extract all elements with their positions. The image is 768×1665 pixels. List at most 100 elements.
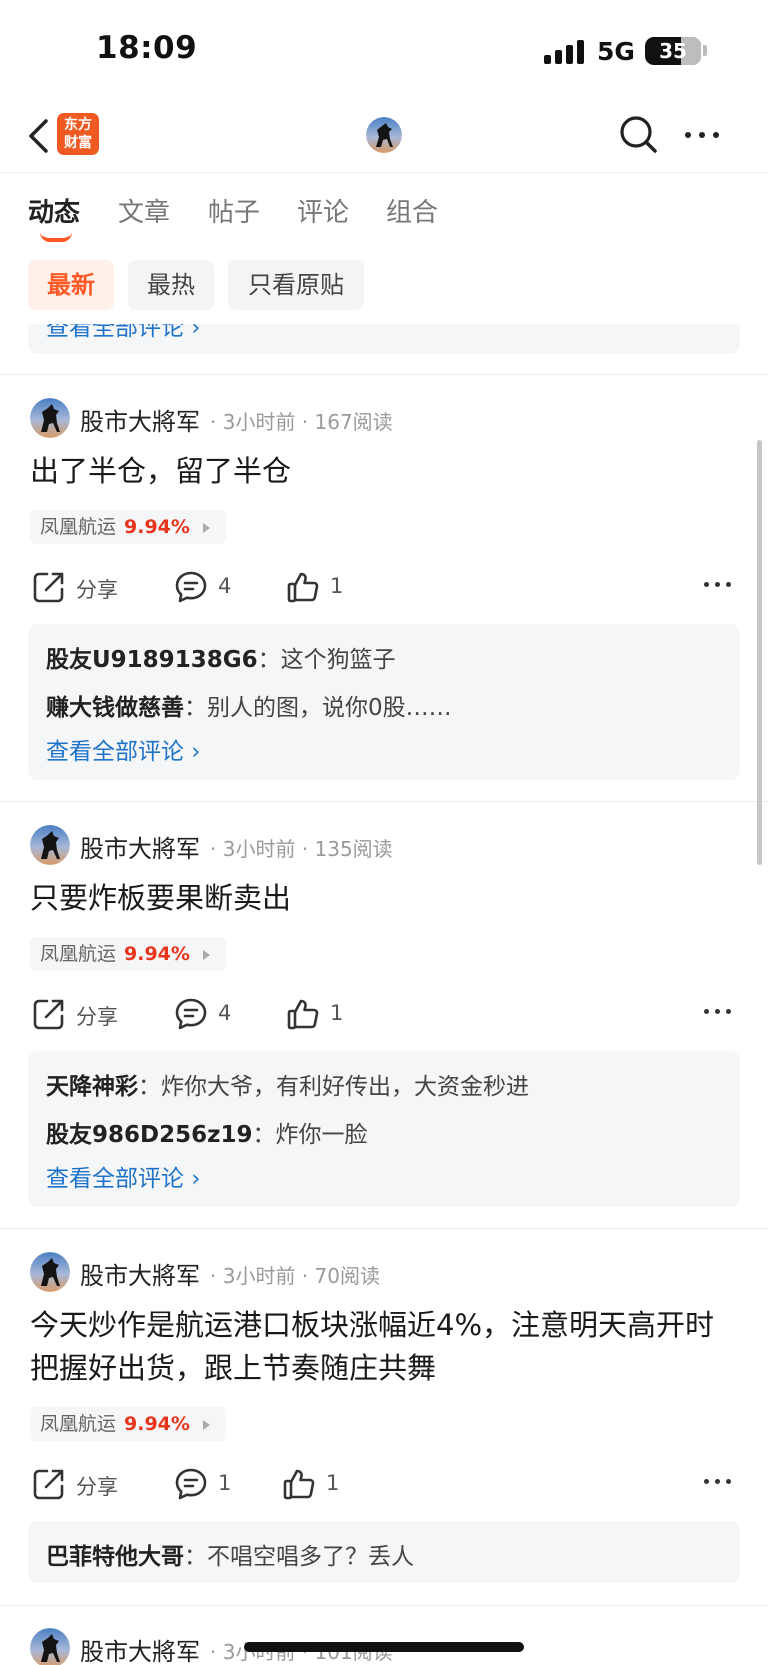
stock-tag[interactable]: 凤凰航运 9.94% [30,510,226,544]
comment-text: 别人的图，说你0股…… [207,695,452,721]
battery-icon: 35 [645,37,701,65]
comment-button[interactable]: 4 [174,993,244,1037]
arrow-right-icon [203,950,210,960]
arrow-right-icon [203,1420,210,1430]
feed-divider [0,1228,768,1229]
comment-item[interactable]: 股友U9189138G6：这个狗篮子 [46,640,396,674]
share-icon [33,999,64,1030]
comment-button[interactable]: 4 [174,566,244,610]
battery-percent: 35 [659,39,687,63]
author-name[interactable]: 股市大將军 [80,829,200,864]
comment-user: 天降神彩 [46,1074,138,1100]
view-all-comments-link[interactable]: 查看全部评论 › [46,732,201,766]
comment-text: 炸你一脸 [275,1122,368,1148]
comment-text: 这个狗篮子 [280,647,396,673]
brand-logo-line2: 财富 [64,135,92,151]
stock-name: 凤凰航运 [40,1413,117,1435]
comments-box: 股友U9189138G6：这个狗篮子 赚大钱做慈善：别人的图，说你0股…… 查看… [28,624,740,780]
arrow-right-icon [203,523,210,533]
post-text[interactable]: 今天炒作是航运港口板块涨幅近4%，注意明天高开时把握好出货，跟上节奏随庄共舞 [30,1304,730,1390]
share-label: 分享 [76,1005,118,1029]
back-icon[interactable] [26,118,52,154]
search-icon[interactable] [618,114,660,156]
comment-user: 巴菲特他大哥 [46,1544,184,1570]
brand-logo-line1: 东方 [64,117,92,133]
comment-icon [175,998,207,1030]
post-actions: 分享 1 1 [0,1463,768,1507]
stock-change: 9.94% [124,943,190,965]
filter-hottest[interactable]: 最热 [128,260,214,310]
thumbs-up-icon [283,1469,315,1500]
thumbs-up-icon [287,572,319,603]
like-button[interactable]: 1 [286,993,346,1037]
comment-item[interactable]: 赚大钱做慈善：别人的图，说你0股…… [46,688,452,722]
share-icon [33,1469,64,1500]
tab-bar: 动态 文章 帖子 评论 组合 [0,176,768,246]
more-options-icon[interactable] [682,120,722,150]
comments-box: 巴菲特他大哥：不唱空唱多了？丢人 [28,1521,740,1583]
feed-divider [0,374,768,375]
comment-count: 4 [218,574,232,598]
more-icon[interactable] [704,1009,734,1019]
tab-posts[interactable]: 帖子 [208,192,260,229]
share-label: 分享 [76,578,118,602]
comment-item[interactable]: 巴菲特他大哥：不唱空唱多了？丢人 [46,1537,414,1571]
status-bar: 18:09 5G 35 [0,0,768,100]
like-button[interactable]: 1 [286,566,346,610]
stock-change: 9.94% [124,516,190,538]
stock-tag[interactable]: 凤凰航运 9.94% [30,1407,226,1441]
share-label: 分享 [76,1475,118,1499]
thumbs-up-icon [287,999,319,1030]
feed-divider [0,1605,768,1606]
comments-box: 天降神彩：炸你大爷，有利好传出，大资金秒进 股友986D256z19：炸你一脸 … [28,1051,740,1207]
signal-icon [544,40,586,64]
share-button[interactable]: 分享 [32,1463,122,1507]
post-actions: 分享 4 1 [0,993,768,1037]
filter-latest[interactable]: 最新 [28,260,114,310]
nav-avatar[interactable] [366,117,402,153]
comment-button[interactable]: 1 [174,1463,244,1507]
post-meta: · 3小时前 · 167阅读 [210,410,393,434]
status-time: 18:09 [96,30,198,66]
author-avatar[interactable] [30,825,70,865]
post-text[interactable]: 出了半仓，留了半仓 [30,450,730,493]
author-name[interactable]: 股市大將军 [80,402,200,437]
author-name[interactable]: 股市大將军 [80,1632,200,1665]
battery-tip [703,45,707,56]
author-avatar[interactable] [30,1252,70,1292]
like-count: 1 [330,1001,344,1025]
comment-text: 炸你大爷，有利好传出，大资金秒进 [161,1074,529,1100]
share-button[interactable]: 分享 [32,993,122,1037]
scrollbar[interactable] [757,440,762,865]
share-icon [33,572,64,603]
stock-change: 9.94% [124,1413,190,1435]
comment-icon [175,1468,207,1500]
more-icon[interactable] [704,1479,734,1489]
stock-tag[interactable]: 凤凰航运 9.94% [30,937,226,971]
more-icon[interactable] [704,582,734,592]
comment-item[interactable]: 股友986D256z19：炸你一脸 [46,1115,368,1149]
tab-articles[interactable]: 文章 [118,192,170,229]
view-all-comments-link[interactable]: 查看全部评论 › [46,1159,201,1193]
comment-text: 不唱空唱多了？丢人 [207,1544,414,1570]
filter-original-only[interactable]: 只看原贴 [228,260,364,310]
view-all-comments-link[interactable]: 查看全部评论 › [46,324,201,342]
post-meta: · 3小时前 · 135阅读 [210,837,393,861]
tab-portfolio[interactable]: 组合 [386,192,438,229]
comment-user: 股友986D256z19 [46,1122,253,1148]
tab-dynamic[interactable]: 动态 [28,192,80,229]
share-button[interactable]: 分享 [32,566,122,610]
tab-comments[interactable]: 评论 [297,192,349,229]
author-avatar[interactable] [30,398,70,438]
home-indicator[interactable] [244,1642,524,1652]
comment-item[interactable]: 天降神彩：炸你大爷，有利好传出，大资金秒进 [46,1067,529,1101]
brand-logo[interactable]: 东方 财富 [57,113,99,155]
post-text[interactable]: 只要炸板要果断卖出 [30,877,730,920]
active-tab-indicator [40,232,72,242]
like-count: 1 [330,574,344,598]
author-avatar[interactable] [30,1628,70,1665]
previous-comments-box: 查看全部评论 › [28,324,740,354]
author-name[interactable]: 股市大將军 [80,1256,200,1291]
stock-name: 凤凰航运 [40,943,117,965]
like-button[interactable]: 1 [282,1463,342,1507]
